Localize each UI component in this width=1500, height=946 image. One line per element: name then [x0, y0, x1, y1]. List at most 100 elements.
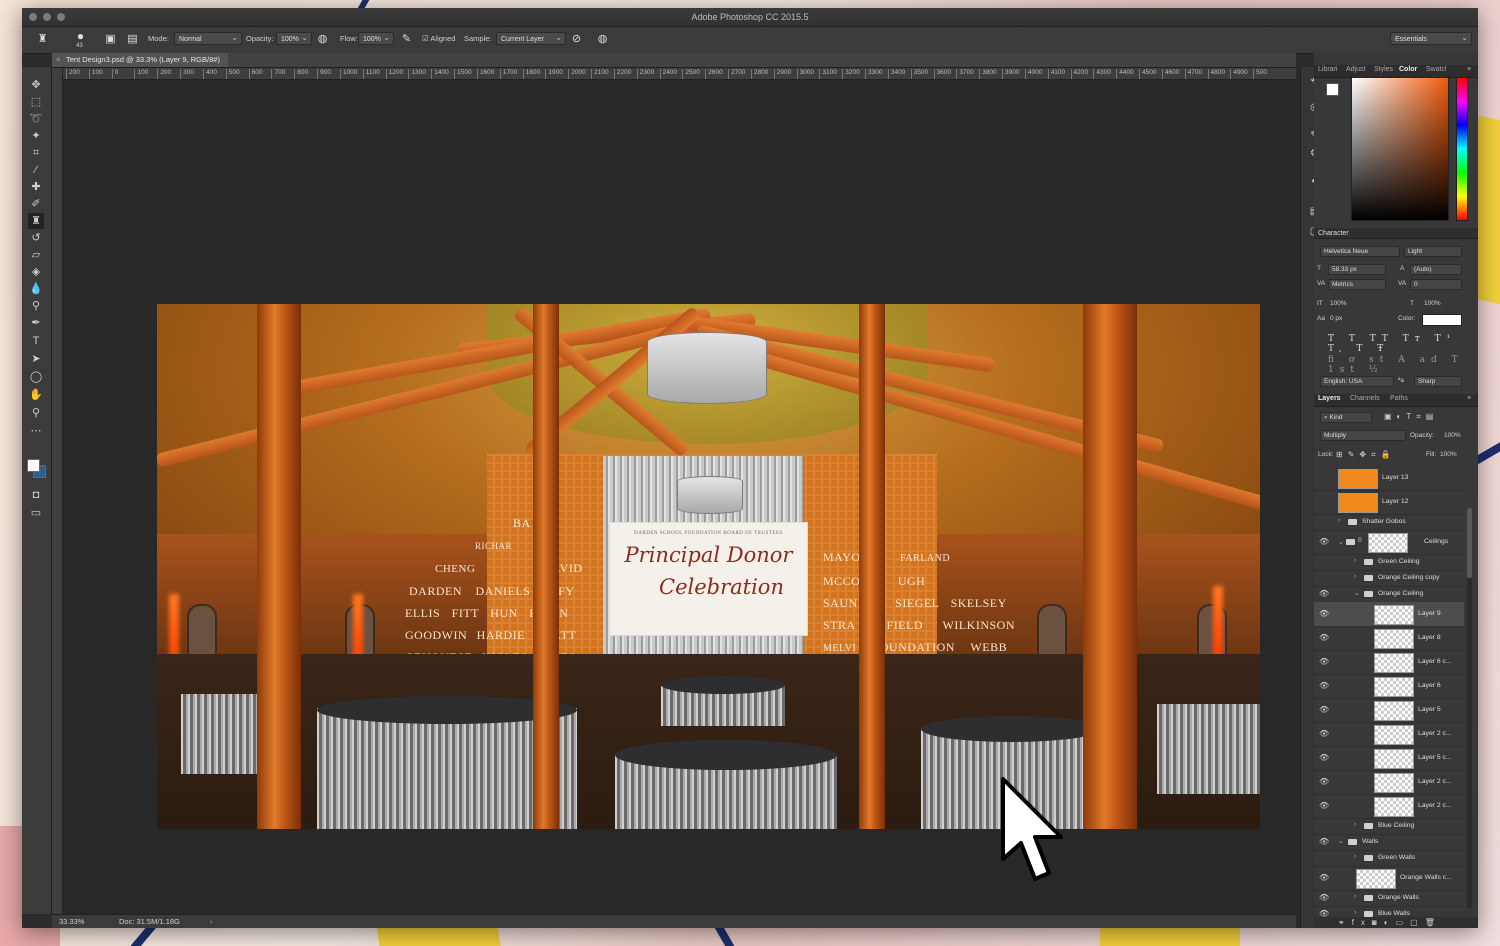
- pressure-size-icon[interactable]: ◍: [596, 33, 609, 46]
- group-row[interactable]: › Shatter Gobos: [1314, 514, 1464, 531]
- tent-render-artwork[interactable]: BA RICHAR CHENG DAVID DARDEN DANIELS UFF…: [157, 304, 1260, 829]
- antialias-dropdown[interactable]: Sharp: [1414, 376, 1462, 387]
- group-row[interactable]: 👁 ⌄ Orange Ceiling: [1314, 586, 1464, 603]
- healing-brush-tool-icon[interactable]: ✚: [28, 179, 44, 195]
- font-size-field[interactable]: 58.33 px: [1328, 264, 1386, 275]
- language-dropdown[interactable]: English: USA: [1320, 376, 1394, 387]
- lock-icons[interactable]: ⊞✎✥⌗🔒: [1336, 450, 1396, 460]
- group-row[interactable]: › Orange Ceiling copy: [1314, 570, 1464, 587]
- type-tool-icon[interactable]: T: [28, 333, 44, 349]
- visibility-eye-icon[interactable]: 👁: [1319, 589, 1329, 598]
- group-row[interactable]: 👁 ⌄ Walls: [1314, 834, 1464, 851]
- pen-tool-icon[interactable]: ✒: [28, 315, 44, 331]
- brush-panel-icon[interactable]: ▣: [104, 33, 117, 46]
- visibility-eye-icon[interactable]: 👁: [1319, 537, 1329, 546]
- kerning-field[interactable]: Metrics: [1328, 279, 1386, 290]
- document-tab[interactable]: × Tent Design3.psd @ 33.3% (Layer 9, RGB…: [52, 53, 228, 67]
- opentype-buttons[interactable]: ﬁ ơ st A ad T 1st ½: [1328, 355, 1478, 375]
- airbrush-icon[interactable]: ✎: [400, 33, 413, 46]
- horizontal-scale-field[interactable]: 100%: [1424, 300, 1441, 307]
- pressure-opacity-icon[interactable]: ◍: [316, 33, 329, 46]
- panel-menu-icon[interactable]: ≡: [1467, 66, 1471, 73]
- marquee-tool-icon[interactable]: ⬚: [28, 94, 44, 110]
- tab-paths[interactable]: Paths: [1390, 395, 1408, 402]
- visibility-eye-icon[interactable]: 👁: [1319, 753, 1329, 762]
- expand-caret-icon[interactable]: ›: [1354, 573, 1356, 580]
- foreground-color-swatch[interactable]: [27, 459, 40, 472]
- leading-field[interactable]: (Auto): [1410, 264, 1462, 275]
- quick-mask-icon[interactable]: ◘: [28, 487, 44, 503]
- layer-row[interactable]: 👁 Layer 6: [1314, 674, 1464, 699]
- clone-stamp-preset-icon[interactable]: ♜: [36, 33, 49, 46]
- expand-caret-icon[interactable]: ›: [1354, 893, 1356, 900]
- fill-value[interactable]: 100%: [1440, 451, 1457, 458]
- collapse-caret-icon[interactable]: ⌄: [1354, 589, 1360, 597]
- tab-color[interactable]: Color: [1399, 66, 1417, 73]
- visibility-eye-icon[interactable]: 👁: [1319, 657, 1329, 666]
- layers-scrollbar[interactable]: [1467, 508, 1472, 908]
- layer-row[interactable]: 👁 Layer 2 c...: [1314, 794, 1464, 819]
- text-color-swatch[interactable]: [1422, 314, 1462, 326]
- visibility-eye-icon[interactable]: 👁: [1319, 609, 1329, 618]
- expand-caret-icon[interactable]: ›: [1338, 517, 1340, 524]
- tab-layers[interactable]: Layers: [1318, 395, 1341, 402]
- layer-row[interactable]: 👁 Layer 2 c...: [1314, 722, 1464, 747]
- text-style-buttons[interactable]: T T TT Tт T¹ T, T Ŧ: [1328, 334, 1478, 354]
- magic-wand-tool-icon[interactable]: ✦: [28, 128, 44, 144]
- expand-caret-icon[interactable]: ›: [1354, 853, 1356, 860]
- horizontal-ruler[interactable]: 200 100 0 100 200 300 400 500 600 700 800 900 1000 11…: [62, 68, 1296, 80]
- zoom-tool-icon[interactable]: ⚲: [28, 405, 44, 421]
- canvas-area[interactable]: BA RICHAR CHENG DAVID DARDEN DANIELS UFF…: [63, 80, 1296, 914]
- dodge-tool-icon[interactable]: ⚲: [28, 298, 44, 314]
- group-row[interactable]: › Blue Ceiling: [1314, 818, 1464, 835]
- layer-row[interactable]: 👁 Layer 5 c...: [1314, 746, 1464, 771]
- paint-bucket-tool-icon[interactable]: ◈: [28, 264, 44, 280]
- layer-row[interactable]: 👁 Layer 5: [1314, 698, 1464, 723]
- tab-swatches[interactable]: Swatcl: [1426, 66, 1447, 73]
- group-row[interactable]: › Green Ceiling: [1314, 554, 1464, 571]
- vertical-ruler[interactable]: [52, 68, 63, 914]
- aligned-checkbox[interactable]: ☑ Aligned: [422, 34, 455, 43]
- visibility-eye-icon[interactable]: 👁: [1319, 801, 1329, 810]
- layers-panel-menu-icon[interactable]: ≡: [1467, 395, 1471, 402]
- history-brush-tool-icon[interactable]: ↺: [28, 230, 44, 246]
- layer-row[interactable]: 👁 Layer 6 c...: [1314, 650, 1464, 675]
- eyedropper-tool-icon[interactable]: ⁄: [28, 162, 44, 178]
- ignore-adjustment-layers-icon[interactable]: ⊘: [570, 33, 583, 46]
- font-style-dropdown[interactable]: Light: [1404, 246, 1462, 257]
- brush-tool-icon[interactable]: ✐: [28, 196, 44, 212]
- tracking-field[interactable]: 0: [1410, 279, 1462, 290]
- clone-stamp-tool-icon[interactable]: ♜: [28, 213, 44, 229]
- hue-slider[interactable]: [1456, 77, 1468, 221]
- color-picker-field[interactable]: [1351, 77, 1449, 221]
- eraser-tool-icon[interactable]: ▱: [28, 247, 44, 263]
- move-tool-icon[interactable]: ✥: [28, 77, 44, 93]
- collapse-caret-icon[interactable]: ⌄: [1338, 837, 1344, 845]
- blur-tool-icon[interactable]: 💧: [28, 281, 44, 297]
- sample-dropdown[interactable]: Current Layer: [496, 31, 566, 45]
- layer-filter-dropdown[interactable]: ⌕ Kind: [1320, 412, 1372, 423]
- path-selection-tool-icon[interactable]: ➤: [28, 351, 44, 367]
- baseline-shift-field[interactable]: 0 px: [1330, 315, 1342, 322]
- zoom-level[interactable]: 33.33%: [59, 915, 84, 928]
- lasso-tool-icon[interactable]: ➰: [28, 111, 44, 127]
- visibility-eye-icon[interactable]: 👁: [1319, 729, 1329, 738]
- layer-row[interactable]: Layer 13: [1314, 466, 1464, 491]
- workspace-dropdown[interactable]: Essentials: [1390, 31, 1472, 45]
- layer-filter-icons[interactable]: ▣◐T⌗▤: [1384, 412, 1438, 422]
- layer-row[interactable]: Layer 12: [1314, 490, 1464, 515]
- hand-tool-icon[interactable]: ✋: [28, 387, 44, 403]
- tab-channels[interactable]: Channels: [1350, 395, 1380, 402]
- visibility-eye-icon[interactable]: 👁: [1319, 837, 1329, 846]
- crop-tool-icon[interactable]: ⌗: [28, 145, 44, 161]
- expand-caret-icon[interactable]: ›: [1354, 821, 1356, 828]
- font-family-dropdown[interactable]: Helvetica Neue: [1320, 246, 1400, 257]
- more-tools-icon[interactable]: ⋯: [28, 423, 44, 439]
- visibility-eye-icon[interactable]: 👁: [1319, 705, 1329, 714]
- group-row[interactable]: › Green Walls: [1314, 850, 1464, 867]
- group-row[interactable]: 👁 › Orange Walls: [1314, 890, 1464, 907]
- flow-field[interactable]: 100%: [358, 31, 394, 45]
- visibility-eye-icon[interactable]: 👁: [1319, 873, 1329, 882]
- ellipse-tool-icon[interactable]: ◯: [28, 369, 44, 385]
- layer-row[interactable]: 👁 Orange Walls c...: [1314, 866, 1464, 891]
